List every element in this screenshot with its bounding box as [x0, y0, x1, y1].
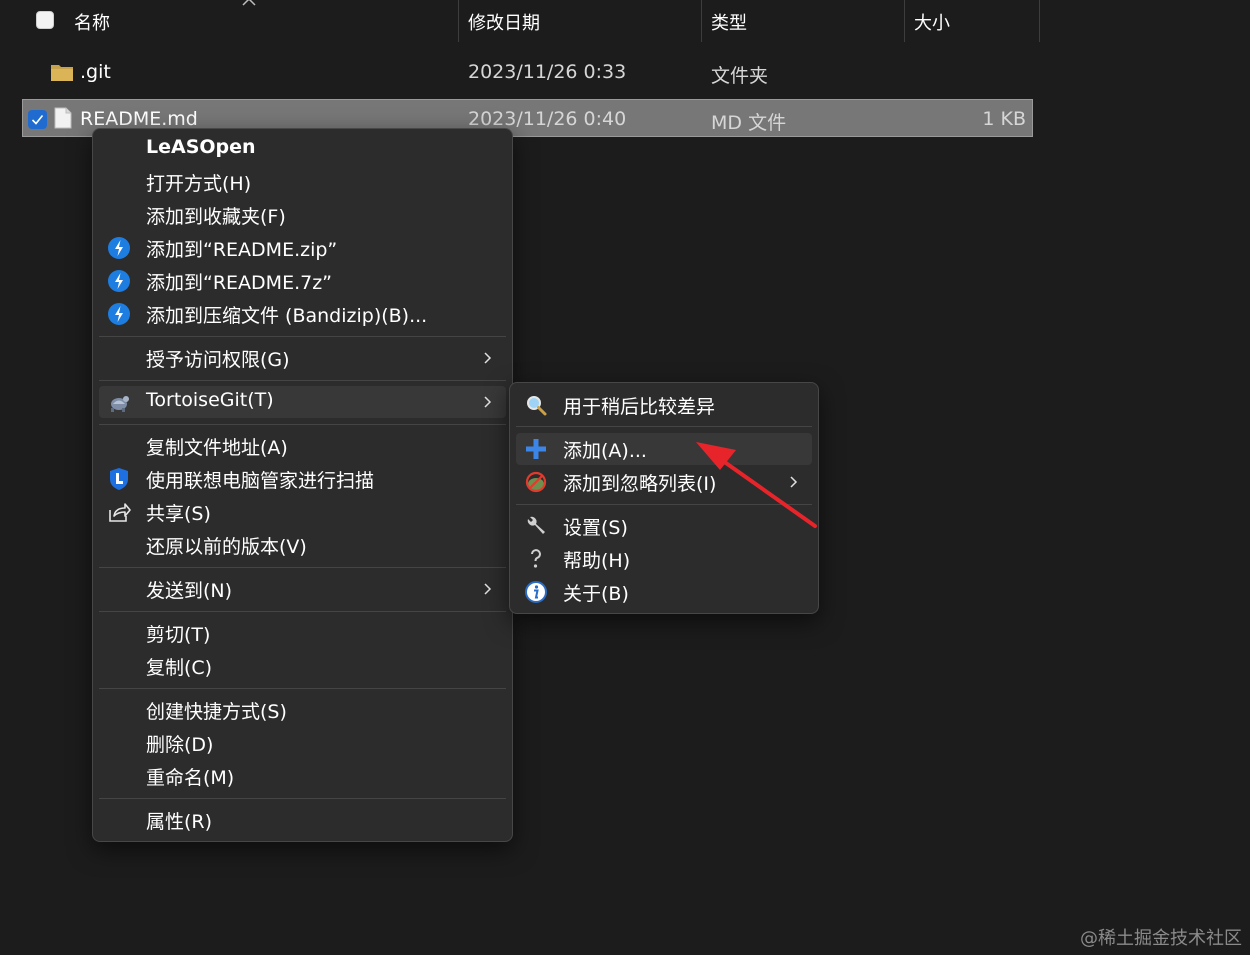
menu-separator [99, 798, 506, 799]
menu-item-open-with[interactable]: 打开方式(H) [99, 166, 506, 198]
sort-caret-icon [242, 0, 256, 6]
ignore-icon [525, 471, 547, 493]
bandizip-icon [108, 270, 130, 292]
column-divider[interactable] [701, 0, 702, 42]
context-menu: LeASOpen 打开方式(H) 添加到收藏夹(F) 添加到“README.zi… [92, 128, 513, 842]
menu-item-lenovo-scan[interactable]: 使用联想电脑管家进行扫描 [99, 463, 506, 495]
menu-item-rename[interactable]: 重命名(M) [99, 760, 506, 792]
column-header-size[interactable]: 大小 [914, 9, 950, 35]
annotation-arrow-icon [696, 442, 817, 528]
select-all-checkbox[interactable] [36, 11, 54, 29]
file-row-git[interactable]: .git 2023/11/26 0:33 文件夹 [22, 53, 1033, 91]
menu-item-copy-path[interactable]: 复制文件地址(A) [99, 430, 506, 462]
chevron-right-icon [484, 352, 492, 364]
explorer-window: 名称 修改日期 类型 大小 .git 2023/11/26 0:33 文件夹 R… [0, 0, 1250, 955]
column-divider[interactable] [458, 0, 459, 42]
bandizip-icon [108, 237, 130, 259]
menu-item-create-shortcut[interactable]: 创建快捷方式(S) [99, 694, 506, 726]
menu-item-add-to-archive-bandizip[interactable]: 添加到压缩文件 (Bandizip)(B)... [99, 298, 506, 330]
document-icon [54, 107, 72, 129]
column-divider[interactable] [904, 0, 905, 42]
menu-item-add-to-favorites[interactable]: 添加到收藏夹(F) [99, 199, 506, 231]
menu-separator [99, 611, 506, 612]
menu-separator [99, 567, 506, 568]
file-date: 2023/11/26 0:40 [468, 108, 627, 130]
menu-item-send-to[interactable]: 发送到(N) [99, 573, 506, 605]
folder-icon [51, 65, 73, 81]
menu-item-tortoisegit[interactable]: TortoiseGit(T) [99, 386, 506, 418]
file-date: 2023/11/26 0:33 [468, 61, 627, 83]
menu-item-cut[interactable]: 剪切(T) [99, 617, 506, 649]
menu-item-add-to-7z[interactable]: 添加到“README.7z” [99, 265, 506, 297]
check-icon [31, 114, 44, 125]
column-header-date[interactable]: 修改日期 [468, 9, 540, 35]
menu-item-restore-previous-versions[interactable]: 还原以前的版本(V) [99, 529, 506, 561]
menu-separator [99, 688, 506, 689]
menu-item-add-to-zip[interactable]: 添加到“README.zip” [99, 232, 506, 264]
help-icon [531, 549, 541, 568]
menu-separator [516, 426, 812, 427]
menu-separator [99, 380, 506, 381]
submenu-item-help[interactable]: 帮助(H) [516, 543, 812, 575]
file-type: 文件夹 [711, 65, 769, 87]
file-size: 1 KB [982, 108, 1026, 130]
wrench-icon [527, 516, 545, 534]
file-name: .git [80, 61, 111, 83]
submenu-item-about[interactable]: 关于(B) [516, 576, 812, 608]
menu-item-share[interactable]: 共享(S) [99, 496, 506, 528]
menu-item-leasopen[interactable]: LeASOpen [99, 133, 506, 165]
file-name: README.md [80, 108, 198, 130]
chevron-right-icon [484, 396, 492, 408]
share-icon [109, 503, 131, 522]
column-divider[interactable] [1039, 0, 1040, 42]
bandizip-icon [108, 303, 130, 325]
menu-separator [99, 336, 506, 337]
magnifier-icon [527, 396, 547, 416]
watermark: @稀土掘金技术社区 [1080, 928, 1242, 949]
row-checkbox[interactable] [28, 110, 47, 129]
menu-item-grant-access[interactable]: 授予访问权限(G) [99, 342, 506, 374]
menu-item-copy[interactable]: 复制(C) [99, 650, 506, 682]
tortoisegit-icon [111, 396, 129, 412]
lenovo-shield-icon [110, 468, 128, 490]
menu-item-properties[interactable]: 属性(R) [99, 804, 506, 836]
file-list-header: 名称 修改日期 类型 大小 [0, 0, 1040, 42]
column-header-type[interactable]: 类型 [711, 9, 747, 35]
menu-separator [99, 424, 506, 425]
plus-icon [526, 439, 546, 459]
submenu-item-diff-later[interactable]: 用于稍后比较差异 [516, 389, 812, 421]
column-header-name[interactable]: 名称 [74, 9, 110, 35]
file-type: MD 文件 [711, 112, 787, 134]
menu-item-delete[interactable]: 删除(D) [99, 727, 506, 759]
chevron-right-icon [484, 583, 492, 595]
info-icon [525, 581, 547, 603]
